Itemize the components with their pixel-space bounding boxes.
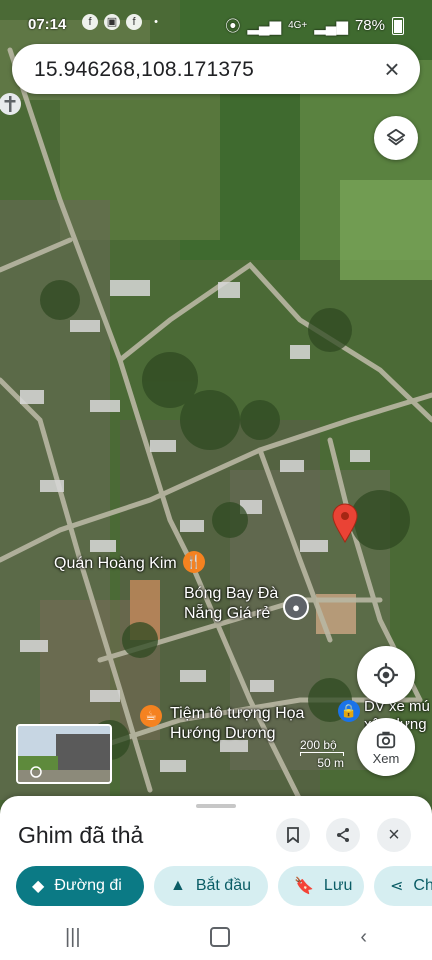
signal-icon: ▂▄▆	[314, 17, 348, 35]
church-icon[interactable]	[0, 93, 21, 115]
share-icon-button[interactable]	[326, 818, 360, 852]
close-sheet-button[interactable]: ×	[377, 818, 411, 852]
sheet-handle[interactable]	[196, 804, 236, 808]
share-icon: ⋖	[390, 878, 404, 895]
sheet-title: Ghim đã thả	[18, 822, 144, 848]
lens-button[interactable]: Xem	[357, 718, 415, 776]
place-label[interactable]: Quán Hoàng Kim	[54, 555, 177, 573]
start-label: Bắt đầu	[195, 877, 251, 894]
bookmark-icon: 🔖	[294, 878, 314, 895]
status-bar: 07:14 f ▣ f • ⦿ ▂▄▆ 4G+ ▂▄▆ 78%	[0, 0, 432, 48]
layers-icon	[386, 128, 406, 146]
place-label[interactable]: Bóng Bay Đà Nẵng Giá rẻ	[184, 584, 278, 624]
share-icon	[337, 828, 349, 842]
crosshair-icon	[374, 663, 398, 687]
navigation-icon: ▲	[170, 877, 186, 894]
shop-icon[interactable]: 🔒	[338, 700, 360, 722]
map-scale: 200 bộ 50 m	[300, 738, 344, 770]
network-type: 4G+	[288, 20, 308, 31]
save-label: Lưu	[323, 877, 353, 894]
directions-icon: ◆	[32, 878, 45, 895]
layers-button[interactable]	[374, 116, 418, 160]
back-button[interactable]: ‹	[360, 926, 367, 949]
cafe-icon[interactable]: ☕	[140, 705, 162, 727]
restaurant-icon[interactable]: 🍴	[183, 551, 205, 573]
save-icon-button[interactable]	[276, 818, 310, 852]
street-view-thumbnail[interactable]	[16, 724, 112, 784]
status-time: 07:14	[28, 16, 67, 33]
place-label[interactable]: Tiệm tô tượng Họa Hướng Dương	[170, 704, 304, 744]
share-button[interactable]: ⋖ Chia sẻ	[374, 866, 432, 906]
close-icon[interactable]: ×	[378, 55, 406, 83]
directions-button[interactable]: ◆ Đường đi	[16, 866, 144, 906]
dot-icon: •	[154, 16, 158, 28]
recent-apps-button[interactable]: |||	[65, 926, 81, 949]
gallery-icon: ▣	[104, 14, 120, 30]
place-icon[interactable]: ●	[283, 594, 309, 620]
signal-icon: ▂▄▆	[247, 17, 282, 35]
search-bar[interactable]: 15.946268,108.171375 ×	[12, 44, 420, 94]
facebook-icon: f	[126, 14, 142, 30]
start-button[interactable]: ▲ Bắt đầu	[154, 866, 268, 906]
scale-upper: 200 bộ	[300, 738, 337, 752]
facebook-icon: f	[82, 14, 98, 30]
android-nav-bar: ||| ‹	[0, 914, 432, 960]
directions-label: Đường đi	[54, 877, 122, 894]
scale-lower: 50 m	[317, 756, 344, 770]
share-label: Chia sẻ	[413, 877, 432, 894]
action-chips: ◆ Đường đi ▲ Bắt đầu 🔖 Lưu ⋖ Chia sẻ	[16, 866, 432, 908]
location-icon: ⦿	[225, 18, 241, 35]
camera-lens-icon	[376, 731, 396, 748]
lens-label: Xem	[372, 750, 400, 766]
save-button[interactable]: 🔖 Lưu	[278, 866, 364, 906]
bookmark-icon	[287, 827, 299, 843]
search-query[interactable]: 15.946268,108.171375	[34, 58, 254, 82]
notification-icons: f ▣ f •	[82, 14, 164, 30]
close-icon: ×	[388, 823, 400, 846]
street-view-image	[18, 726, 110, 782]
my-location-button[interactable]	[357, 646, 415, 704]
battery-level: 78%	[354, 17, 385, 34]
home-button[interactable]	[210, 927, 231, 947]
place-sheet[interactable]: Ghim đã thả × ◆ Đường đi ▲ Bắt đầu 🔖 Lưu…	[0, 796, 432, 960]
battery-icon	[392, 16, 404, 35]
status-right: ⦿ ▂▄▆ 4G+ ▂▄▆ 78%	[225, 15, 404, 36]
